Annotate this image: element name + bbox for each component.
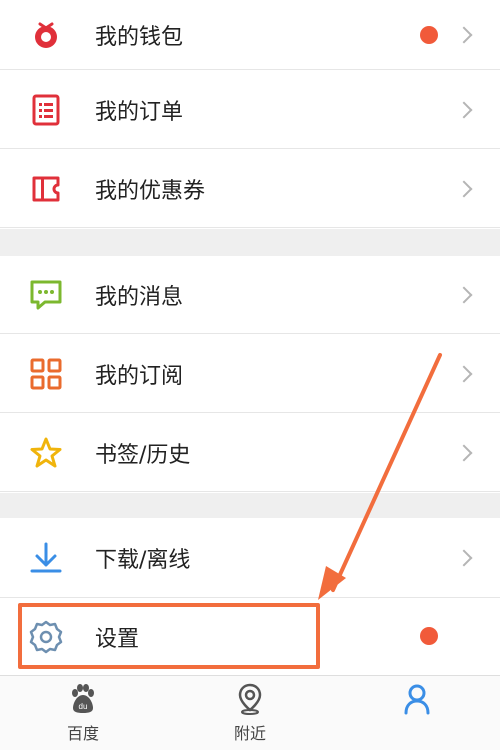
menu-item-label: 我的钱包 xyxy=(95,24,184,50)
menu-item-bookmarks-history[interactable]: 书签/历史 xyxy=(0,414,500,492)
location-pin-icon xyxy=(233,682,267,716)
menu-item-label: 下载/离线 xyxy=(95,547,191,573)
chevron-right-icon xyxy=(455,101,473,118)
menu-item-coupons[interactable]: 我的优惠券 xyxy=(0,150,500,228)
tab-label: 附近 xyxy=(233,724,266,743)
menu-item-label: 我的订单 xyxy=(95,99,184,125)
chevron-right-icon xyxy=(455,180,473,197)
chevron-right-icon xyxy=(455,549,473,566)
notification-dot xyxy=(420,627,438,645)
star-icon xyxy=(28,435,64,471)
baidu-paw-icon: du xyxy=(66,682,100,716)
menu-item-messages[interactable]: 我的消息 xyxy=(0,256,500,334)
chevron-right-icon xyxy=(455,286,473,303)
tab-label: 百度 xyxy=(66,724,99,743)
download-icon xyxy=(28,540,64,576)
menu-item-download-offline[interactable]: 下载/离线 xyxy=(0,518,500,598)
section-divider xyxy=(0,229,500,256)
chevron-right-icon xyxy=(455,444,473,461)
menu-item-label: 我的优惠券 xyxy=(95,178,206,204)
menu-item-wallet[interactable]: 我的钱包 xyxy=(0,0,500,70)
menu-item-orders[interactable]: 我的订单 xyxy=(0,71,500,149)
coupon-icon xyxy=(28,171,64,207)
chevron-right-icon xyxy=(455,26,473,43)
notification-dot xyxy=(420,26,438,44)
wallet-icon xyxy=(28,17,64,53)
order-list-icon xyxy=(28,92,64,128)
menu-item-subscriptions[interactable]: 我的订阅 xyxy=(0,335,500,413)
menu-item-label: 我的消息 xyxy=(95,284,184,310)
chevron-right-icon xyxy=(455,365,473,382)
subscription-grid-icon xyxy=(28,356,64,392)
highlight-annotation-box xyxy=(18,603,320,669)
section-divider xyxy=(0,493,500,518)
tab-baidu[interactable]: du 百度 xyxy=(0,676,166,750)
svg-text:du: du xyxy=(79,702,88,711)
message-icon xyxy=(28,277,64,313)
menu-item-label: 书签/历史 xyxy=(95,442,191,468)
tab-nearby[interactable]: 附近 xyxy=(167,676,333,750)
tab-profile[interactable] xyxy=(334,676,500,750)
bottom-tab-bar: du 百度 附近 xyxy=(0,675,500,750)
profile-icon xyxy=(400,682,434,716)
menu-item-label: 我的订阅 xyxy=(95,363,184,389)
